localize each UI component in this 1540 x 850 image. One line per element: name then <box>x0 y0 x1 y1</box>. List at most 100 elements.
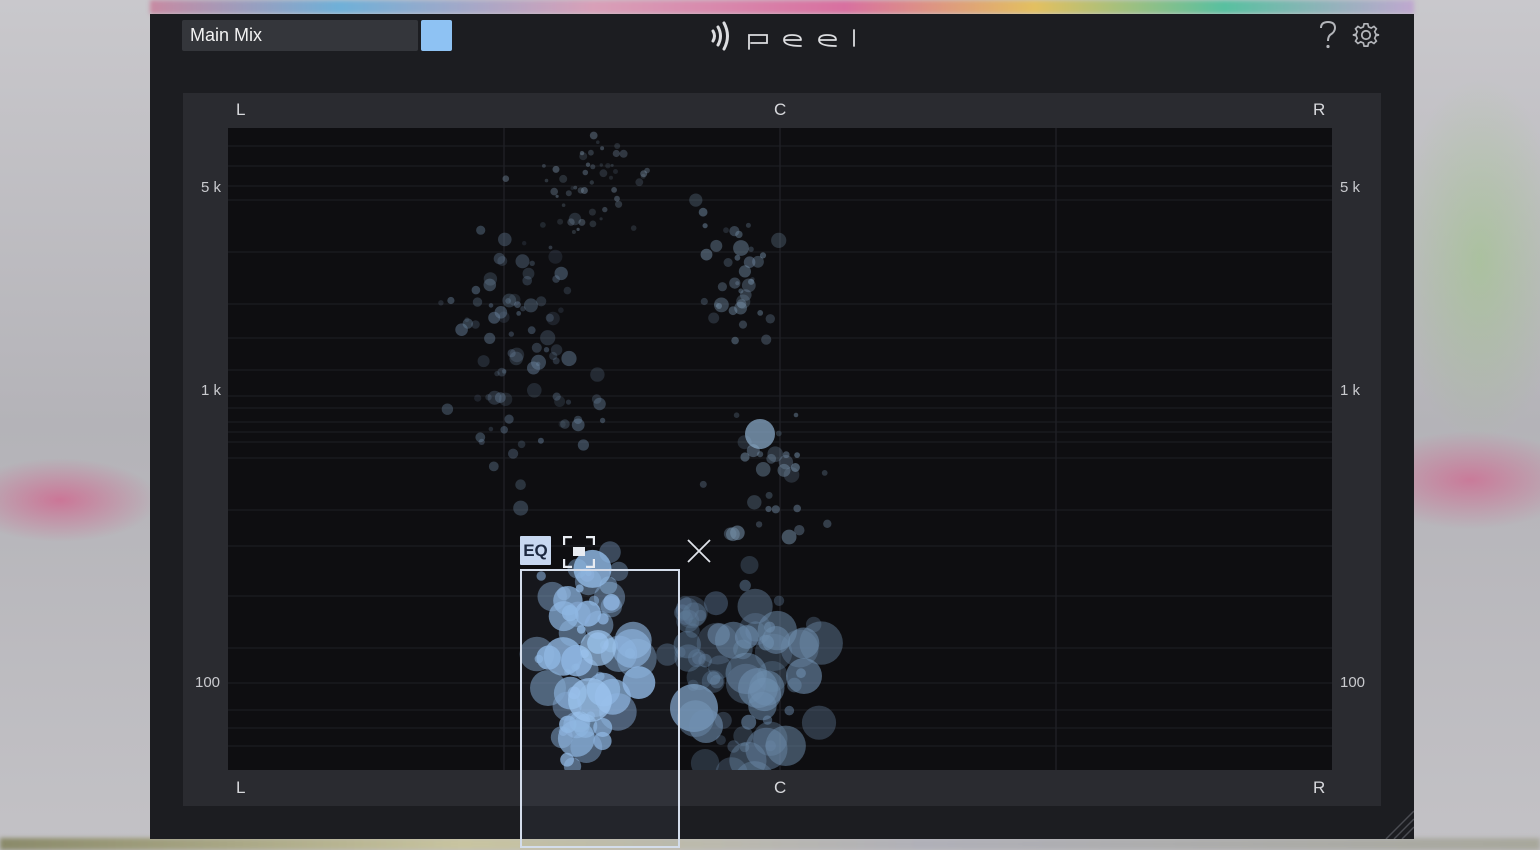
sound-particle <box>567 218 575 226</box>
mix-color-swatch[interactable] <box>421 20 452 51</box>
sound-particle <box>542 164 546 168</box>
sound-particle <box>498 232 512 247</box>
sound-particle <box>619 149 628 158</box>
sound-particle <box>548 245 553 250</box>
sound-particle <box>531 342 542 353</box>
sound-particle <box>700 248 713 261</box>
sound-particle <box>700 297 708 306</box>
sound-particle <box>761 334 772 345</box>
sound-particle <box>527 383 542 398</box>
sound-particle <box>735 281 740 286</box>
sound-particle <box>488 426 494 432</box>
sound-particle <box>689 709 723 743</box>
spectrum-display[interactable] <box>228 128 1332 770</box>
backdrop-strip-bottom <box>0 838 1540 850</box>
sound-particle <box>801 705 837 740</box>
selection-region[interactable] <box>520 569 680 848</box>
sound-particle <box>483 278 497 292</box>
sound-particle <box>585 162 591 167</box>
sound-particle <box>579 150 585 156</box>
sound-particle <box>794 452 800 458</box>
sound-particle <box>740 452 750 462</box>
sound-particle <box>543 347 550 353</box>
sound-particle <box>573 415 583 425</box>
sound-particle <box>757 451 764 458</box>
sound-particle <box>734 254 741 261</box>
sound-particle <box>759 252 767 259</box>
header-bar: Main Mix <box>150 14 1414 58</box>
resize-grip-icon[interactable] <box>1380 805 1414 839</box>
sound-particle <box>573 185 578 190</box>
sound-particle <box>515 254 530 269</box>
freq-label-right-1k: 1 k <box>1340 382 1361 399</box>
focus-frame-icon[interactable] <box>563 536 595 568</box>
sound-particle <box>704 591 728 616</box>
sound-particle <box>522 241 527 246</box>
sound-particle <box>527 361 540 375</box>
sound-particle <box>441 403 454 415</box>
sound-particle <box>593 397 606 411</box>
freq-label-right-5k: 5 k <box>1340 179 1361 196</box>
sound-particle <box>599 163 603 167</box>
sound-particle <box>590 164 596 170</box>
sound-particle <box>576 227 580 231</box>
sound-particle <box>464 317 470 323</box>
sound-particle <box>476 225 486 235</box>
sound-particle <box>565 190 572 197</box>
sound-particle <box>558 307 564 313</box>
sound-particle <box>755 521 763 528</box>
sound-particle <box>613 169 618 174</box>
sound-particle <box>588 208 596 216</box>
sound-particle <box>599 541 621 563</box>
sound-particle <box>735 230 743 239</box>
spectrum-canvas <box>228 128 1332 770</box>
gear-icon[interactable] <box>1352 21 1380 49</box>
sound-particle <box>635 178 644 187</box>
sound-particle <box>544 178 549 183</box>
sound-particle <box>501 369 507 374</box>
sound-particle <box>740 556 759 574</box>
sound-particle <box>502 293 517 308</box>
sound-particle <box>552 357 560 365</box>
sound-particle <box>561 350 577 367</box>
sound-particle <box>508 331 514 337</box>
sound-particle <box>748 246 754 252</box>
sound-particle <box>690 749 720 770</box>
sound-particle <box>552 275 560 283</box>
sound-particle <box>557 218 564 225</box>
sound-particle <box>565 399 572 405</box>
close-icon[interactable] <box>686 538 712 564</box>
sound-particle <box>438 300 444 306</box>
sound-particle <box>559 174 568 183</box>
sound-particle <box>738 265 751 278</box>
sound-particle <box>745 222 751 228</box>
sound-particle <box>739 579 751 592</box>
sound-particle <box>561 203 566 207</box>
sound-particle <box>537 437 544 444</box>
eq-button[interactable]: EQ <box>520 536 551 565</box>
sound-particle <box>731 336 739 345</box>
bottom-axis-right-label: R <box>1313 778 1326 797</box>
sound-particle <box>504 414 514 424</box>
sound-particle <box>644 167 650 174</box>
sound-particle <box>611 187 617 193</box>
peel-plugin-window: Main Mix L C R L C R 5 k 1 k 100 5 k 1 k… <box>150 14 1414 848</box>
sound-particle <box>588 149 594 156</box>
sound-particle <box>630 225 637 231</box>
sound-particle <box>516 311 522 316</box>
top-axis-center-label: C <box>774 100 787 119</box>
backdrop-strip-top <box>150 0 1414 14</box>
sound-particle <box>702 223 708 229</box>
sound-particle <box>550 187 558 196</box>
sound-particle <box>821 470 828 476</box>
question-icon[interactable] <box>1316 20 1340 50</box>
sound-particle <box>552 165 560 173</box>
sound-particle <box>477 355 490 368</box>
sound-particle <box>545 313 554 322</box>
sound-particle <box>517 440 526 449</box>
sound-particle <box>707 655 732 679</box>
mix-name-field[interactable]: Main Mix <box>182 20 418 51</box>
sound-particle <box>475 432 486 443</box>
sound-particle <box>602 206 608 213</box>
sound-particle <box>777 463 791 477</box>
